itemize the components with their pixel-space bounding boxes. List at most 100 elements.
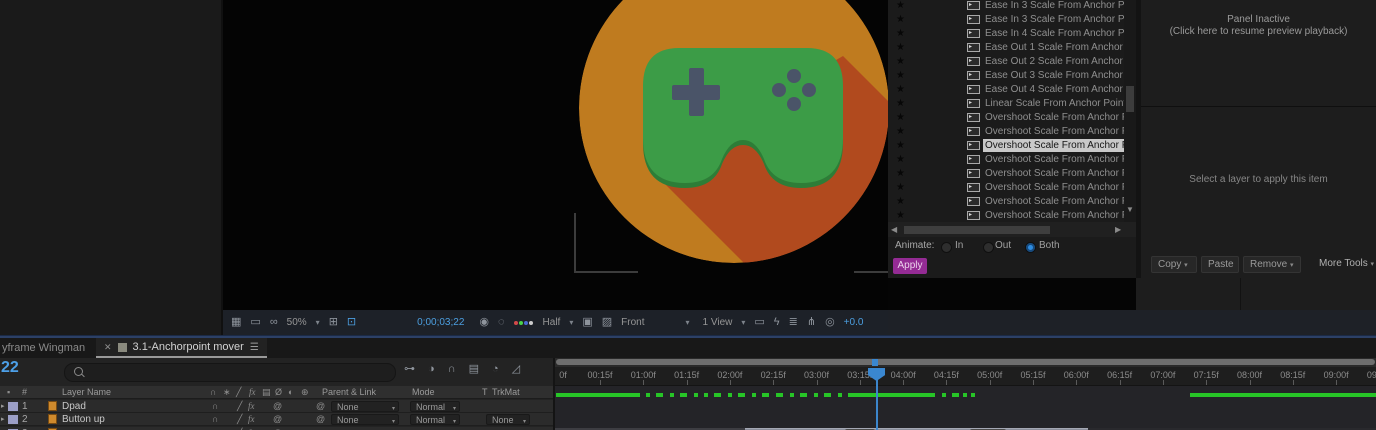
label-color-icon[interactable]: ▪: [7, 387, 10, 397]
fx-icon[interactable]: fx: [249, 387, 256, 397]
pencil-icon[interactable]: ╱: [236, 387, 241, 398]
draft-3d-icon[interactable]: ◑: [428, 364, 435, 375]
radio-label[interactable]: Out: [995, 240, 1011, 251]
transparency-grid-icon[interactable]: ▨: [602, 317, 612, 328]
favorite-star-icon[interactable]: ★: [896, 140, 905, 151]
shy-toggle-icon[interactable]: ∩: [448, 364, 456, 375]
chevron-down-icon[interactable]: ▾: [686, 318, 690, 327]
favorite-star-icon[interactable]: ★: [896, 154, 905, 165]
column-number[interactable]: #: [22, 387, 27, 397]
pixel-aspect-icon[interactable]: ▭: [754, 317, 764, 328]
favorite-star-icon[interactable]: ★: [896, 70, 905, 81]
layer-name[interactable]: Dpad: [62, 401, 86, 412]
magnification-dropdown[interactable]: 50%: [287, 317, 307, 329]
mini-flowchart-icon[interactable]: ⊶: [404, 364, 415, 375]
radio-both[interactable]: [1025, 242, 1036, 253]
shy-icon[interactable]: ∩: [210, 387, 216, 397]
fx-icon[interactable]: fx: [248, 414, 255, 424]
motion-blur-toggle-icon[interactable]: ◔: [492, 364, 499, 375]
tab-keyframe-wingman[interactable]: yframe Wingman: [2, 342, 85, 354]
search-input[interactable]: [64, 363, 396, 382]
remove-button[interactable]: Remove ▾: [1243, 256, 1301, 273]
roi-corner-right-h[interactable]: [854, 271, 888, 273]
chevron-down-icon[interactable]: ▾: [316, 318, 320, 327]
favorite-star-icon[interactable]: ★: [896, 42, 905, 53]
exposure-reset-icon[interactable]: ◎: [825, 317, 835, 328]
trkmat-dropdown[interactable]: None▾: [486, 414, 530, 425]
preset-row[interactable]: ★▸Ease Out 4 Scale From Anchor Point: [888, 83, 1124, 96]
favorite-star-icon[interactable]: ★: [896, 182, 905, 193]
radio-label[interactable]: In: [955, 240, 963, 251]
parent-dropdown[interactable]: None▾: [331, 401, 399, 412]
vertical-scrollbar[interactable]: ▼: [1124, 0, 1136, 222]
radio-out[interactable]: [983, 242, 994, 253]
close-tab-icon[interactable]: ✕: [104, 342, 112, 353]
layer-row[interactable]: ▸2Button up∩╱fx@@None▾Normal▾None▾: [0, 413, 553, 426]
column-layer-name[interactable]: Layer Name: [62, 387, 111, 397]
preset-label[interactable]: Ease In 3 Scale From Anchor Point: [983, 0, 1124, 12]
column-t[interactable]: T: [482, 387, 488, 397]
preset-label[interactable]: Overshoot Scale From Anchor Point: [983, 167, 1124, 180]
resolution-dropdown[interactable]: Half: [543, 317, 561, 329]
preset-label[interactable]: Ease In 3 Scale From Anchor Point: [983, 13, 1124, 26]
gear-icon[interactable]: ∗: [223, 387, 231, 398]
preset-label[interactable]: Overshoot Scale From Anchor Point: [983, 195, 1124, 208]
favorite-star-icon[interactable]: ★: [896, 168, 905, 179]
shy-icon[interactable]: ∩: [212, 401, 218, 411]
preset-row[interactable]: ★▸Overshoot Scale From Anchor Point: [888, 209, 1124, 222]
apply-button[interactable]: Apply: [893, 258, 927, 274]
graph-editor-icon[interactable]: ◿: [512, 364, 520, 375]
preset-row[interactable]: ★▸Linear Scale From Anchor Point: [888, 97, 1124, 110]
preset-label[interactable]: Ease Out 4 Scale From Anchor Point: [983, 83, 1124, 96]
scroll-right-arrow-icon[interactable]: ▶: [1115, 225, 1121, 234]
preset-label[interactable]: Overshoot Scale From Anchor Point: [983, 139, 1124, 152]
preset-label[interactable]: Ease In 4 Scale From Anchor Point: [983, 27, 1124, 40]
preset-row[interactable]: ★▸Overshoot Scale From Anchor Point: [888, 181, 1124, 194]
fx-icon[interactable]: fx: [248, 401, 255, 411]
playhead-navigator-tick[interactable]: [872, 359, 878, 366]
scrollbar-thumb[interactable]: [1126, 86, 1134, 112]
favorite-star-icon[interactable]: ★: [896, 210, 905, 221]
blend-mode-dropdown[interactable]: Normal▾: [410, 414, 460, 425]
paste-button[interactable]: Paste: [1201, 256, 1239, 273]
preset-row[interactable]: ★▸Overshoot Scale From Anchor Point: [888, 167, 1124, 180]
mask-visibility-icon[interactable]: ▣: [582, 317, 592, 328]
more-tools-button[interactable]: More Tools ▾: [1319, 258, 1374, 269]
channels-icon[interactable]: [514, 317, 534, 328]
stereo-3d-icon[interactable]: ∞: [270, 317, 278, 328]
parent-pickwhip-icon[interactable]: @: [316, 401, 325, 411]
scroll-down-arrow-icon[interactable]: ▼: [1126, 205, 1134, 214]
favorite-star-icon[interactable]: ★: [896, 28, 905, 39]
quality-icon[interactable]: ◐: [288, 387, 293, 397]
twirl-icon[interactable]: ▸: [1, 415, 5, 423]
frame-blend-icon[interactable]: ▤: [262, 387, 271, 398]
favorite-star-icon[interactable]: ★: [896, 0, 905, 11]
snapshot-camera-icon[interactable]: ◉: [479, 317, 489, 328]
preset-row[interactable]: ★▸Overshoot Scale From Anchor Point: [888, 153, 1124, 166]
time-navigator[interactable]: [555, 358, 1376, 367]
favorite-star-icon[interactable]: ★: [896, 56, 905, 67]
label-color-swatch[interactable]: [8, 415, 18, 424]
view-layout-dropdown[interactable]: 1 View: [703, 317, 733, 329]
motion-blur-icon[interactable]: Ø: [275, 387, 282, 397]
favorite-star-icon[interactable]: ★: [896, 196, 905, 207]
preset-row[interactable]: ★▸Ease Out 2 Scale From Anchor Point: [888, 55, 1124, 68]
preset-label[interactable]: Overshoot Scale From Anchor Point: [983, 125, 1124, 138]
pickwhip-icon[interactable]: @: [273, 401, 282, 411]
pickwhip-icon[interactable]: @: [273, 414, 282, 424]
preset-label[interactable]: Ease Out 1 Scale From Anchor Point: [983, 41, 1124, 54]
radio-label[interactable]: Both: [1039, 240, 1060, 251]
always-preview-icon[interactable]: ▦: [231, 317, 241, 328]
show-snapshot-icon[interactable]: ◌: [498, 317, 505, 328]
twirl-icon[interactable]: ▸: [1, 402, 5, 410]
preset-row[interactable]: ★▸Overshoot Scale From Anchor Point: [888, 125, 1124, 138]
parent-pickwhip-icon[interactable]: @: [316, 414, 325, 424]
chevron-down-icon[interactable]: ▾: [569, 318, 573, 327]
layer-name[interactable]: Button up: [62, 414, 105, 425]
grid-guides-icon[interactable]: ⊞: [329, 317, 338, 328]
preset-label[interactable]: Linear Scale From Anchor Point: [983, 97, 1124, 110]
parent-dropdown[interactable]: None▾: [331, 414, 399, 425]
time-navigator-bar[interactable]: [556, 359, 1375, 365]
preset-row[interactable]: ★▸Ease In 4 Scale From Anchor Point: [888, 27, 1124, 40]
column-mode[interactable]: Mode: [412, 387, 435, 397]
